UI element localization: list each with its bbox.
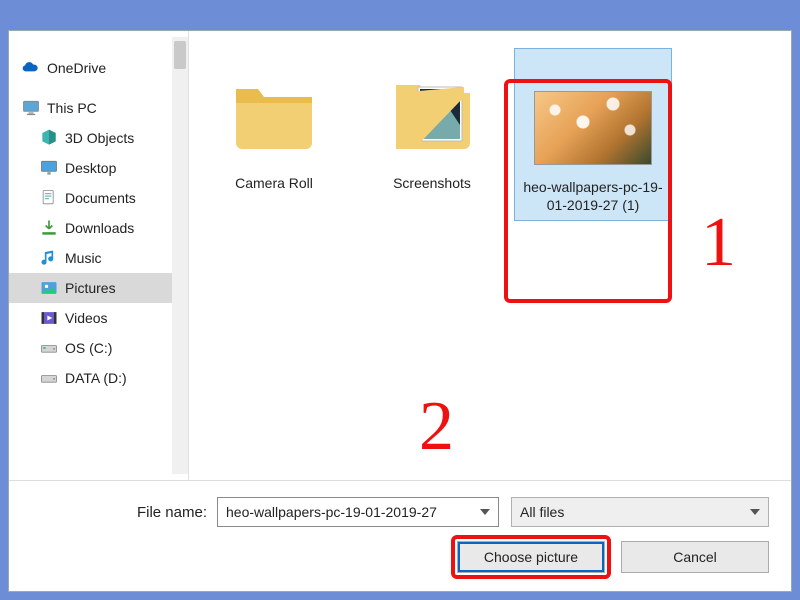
videos-icon	[39, 308, 59, 328]
nav-onedrive[interactable]: OneDrive	[9, 53, 188, 83]
folder-camera-roll[interactable]: Camera Roll	[199, 49, 349, 199]
file-label: Camera Roll	[203, 175, 345, 193]
nav-label: Videos	[65, 310, 108, 326]
choose-picture-button[interactable]: Choose picture	[457, 541, 605, 573]
nav-label: Downloads	[65, 220, 134, 236]
open-file-dialog: OneDrive This PC 3D Objects Desktop	[8, 30, 792, 592]
browse-area: OneDrive This PC 3D Objects Desktop	[9, 31, 791, 481]
nav-label: OneDrive	[47, 60, 106, 76]
file-wallpaper[interactable]: heo-wallpapers-pc-19-01-2019-27 (1)	[515, 49, 671, 220]
nav-3d-objects[interactable]: 3D Objects	[9, 123, 188, 153]
music-icon	[39, 248, 59, 268]
nav-drive-c[interactable]: OS (C:)	[9, 333, 188, 363]
file-label: heo-wallpapers-pc-19-01-2019-27 (1)	[519, 179, 667, 214]
desktop-icon	[39, 158, 59, 178]
nav-label: Music	[65, 250, 102, 266]
nav-label: 3D Objects	[65, 130, 134, 146]
nav-tree: OneDrive This PC 3D Objects Desktop	[9, 31, 189, 480]
nav-label: Desktop	[65, 160, 116, 176]
file-type-filter[interactable]: All files	[511, 497, 769, 527]
scrollbar-thumb[interactable]	[174, 41, 186, 69]
image-thumbnail	[534, 91, 652, 165]
nav-downloads[interactable]: Downloads	[9, 213, 188, 243]
button-label: Cancel	[673, 549, 717, 565]
onedrive-icon	[21, 58, 41, 78]
folder-screenshots[interactable]: Screenshots	[357, 49, 507, 199]
hdd-icon	[39, 338, 59, 358]
nav-videos[interactable]: Videos	[9, 303, 188, 333]
folder-icon	[384, 65, 480, 161]
nav-documents[interactable]: Documents	[9, 183, 188, 213]
nav-desktop[interactable]: Desktop	[9, 153, 188, 183]
downloads-icon	[39, 218, 59, 238]
documents-icon	[39, 188, 59, 208]
nav-label: OS (C:)	[65, 340, 112, 356]
nav-this-pc[interactable]: This PC	[9, 93, 188, 123]
nav-scrollbar[interactable]	[172, 37, 188, 474]
chevron-down-icon	[748, 509, 762, 515]
monitor-icon	[21, 98, 41, 118]
folder-icon	[226, 65, 322, 161]
button-label: Choose picture	[484, 549, 578, 565]
filename-value: heo-wallpapers-pc-19-01-2019-27	[226, 504, 478, 520]
nav-label: DATA (D:)	[65, 370, 127, 386]
hdd-icon	[39, 368, 59, 388]
nav-pictures[interactable]: Pictures	[9, 273, 188, 303]
nav-music[interactable]: Music	[9, 243, 188, 273]
cancel-button[interactable]: Cancel	[621, 541, 769, 573]
filter-value: All files	[520, 504, 748, 520]
nav-drive-d[interactable]: DATA (D:)	[9, 363, 188, 393]
dialog-footer: File name: heo-wallpapers-pc-19-01-2019-…	[9, 481, 791, 591]
file-grid[interactable]: Camera Roll Screenshots heo	[189, 31, 791, 480]
filename-combo[interactable]: heo-wallpapers-pc-19-01-2019-27	[217, 497, 499, 527]
file-label: Screenshots	[361, 175, 503, 193]
pictures-icon	[39, 278, 59, 298]
filename-label: File name:	[31, 504, 217, 521]
cube-icon	[39, 128, 59, 148]
nav-label: Documents	[65, 190, 136, 206]
nav-label: Pictures	[65, 280, 116, 296]
chevron-down-icon	[478, 509, 492, 515]
nav-label: This PC	[47, 100, 97, 116]
